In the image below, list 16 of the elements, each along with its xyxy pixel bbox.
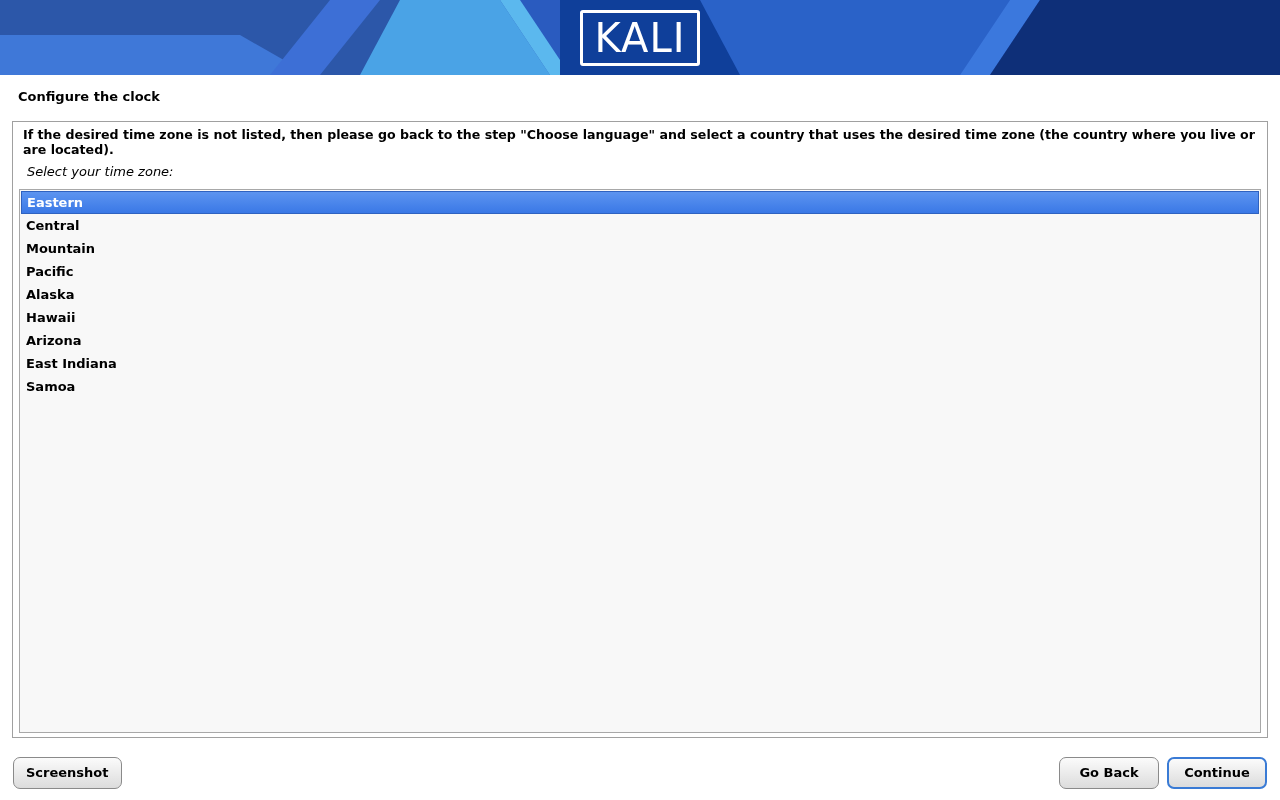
list-item[interactable]: Hawaii: [21, 306, 1259, 329]
wizard-button[interactable]: Go Back: [1059, 756, 1159, 789]
list-item[interactable]: Central: [21, 214, 1259, 237]
list-item[interactable]: Mountain: [21, 237, 1259, 260]
list-item[interactable]: Pacific: [21, 260, 1259, 283]
list-item[interactable]: Arizona: [21, 329, 1259, 352]
list-item[interactable]: Alaska: [21, 283, 1259, 306]
list-item[interactable]: East Indiana: [21, 352, 1259, 375]
logo: KALI: [579, 9, 701, 66]
list-item[interactable]: Eastern: [21, 191, 1259, 214]
instructions-text: If the desired time zone is not listed, then please go back to the step "Choose language" and select a country that uses the desired time zone (the country where you live or are located).: [22, 126, 1256, 157]
page-title: Configure the clock: [18, 88, 161, 106]
list-item[interactable]: Samoa: [21, 375, 1259, 398]
continue-button[interactable]: Continue: [1167, 756, 1267, 789]
prompt-text: Select your time zone:: [27, 162, 175, 181]
wizard-button[interactable]: Screenshot: [13, 756, 122, 789]
